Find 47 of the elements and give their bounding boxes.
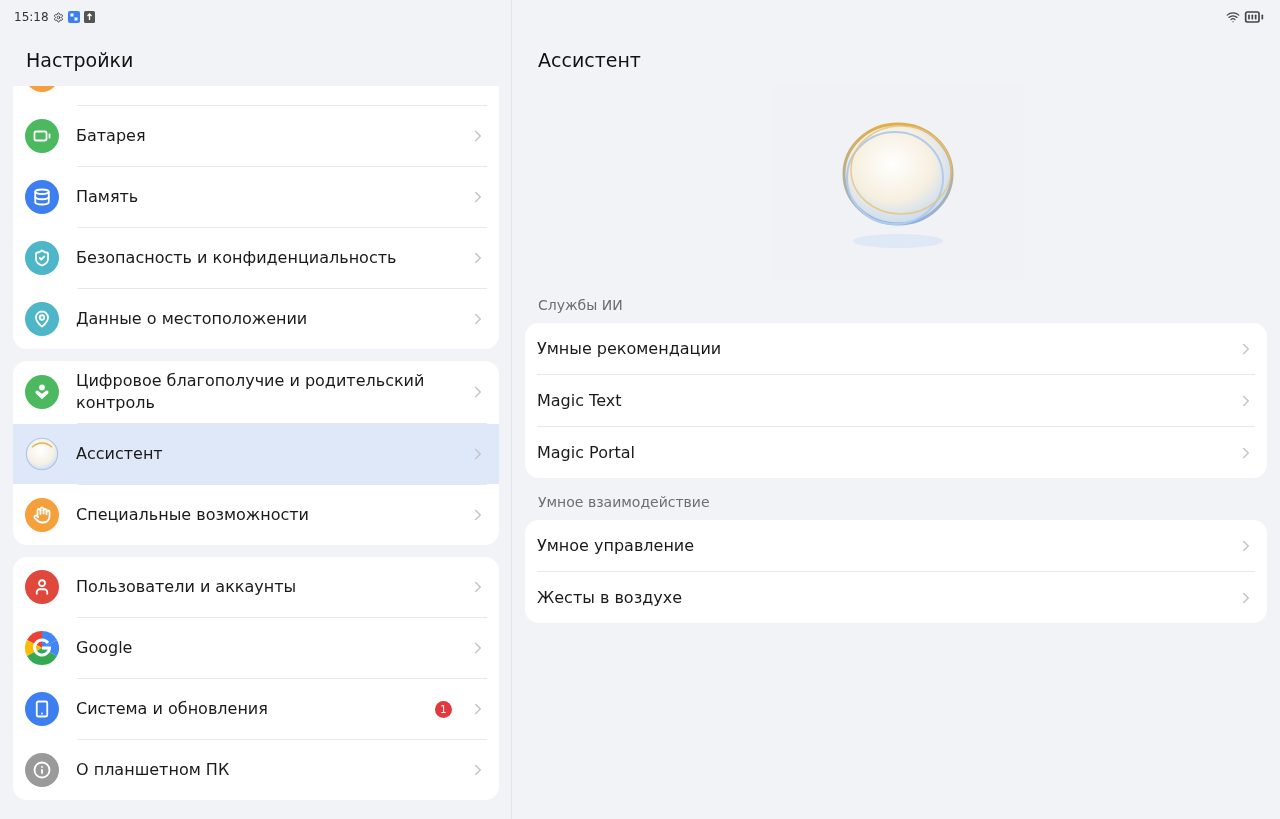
storage-icon — [25, 180, 59, 214]
settings-item[interactable]: Жесты в воздухе — [537, 572, 1255, 623]
settings-item[interactable]: Умное управление — [537, 520, 1255, 571]
settings-item[interactable]: Система и обновления 1 — [13, 679, 499, 739]
settings-item[interactable]: Безопасность и конфиденциальность — [13, 228, 499, 288]
info-icon — [25, 753, 59, 787]
user-icon — [25, 570, 59, 604]
settings-item[interactable]: Magic Text — [537, 375, 1255, 426]
notification-badge: 1 — [435, 700, 452, 718]
settings-icon — [52, 11, 64, 23]
location-icon — [25, 302, 59, 336]
app-icon — [67, 11, 80, 23]
phone-settings-icon — [25, 692, 59, 726]
settings-item[interactable]: О планшетном ПК — [13, 740, 499, 800]
settings-item[interactable]: Google — [13, 618, 499, 678]
settings-item[interactable]: Специальные возможности — [13, 485, 499, 545]
item-label: Пользователи и аккаунты — [76, 576, 298, 598]
wifi-icon — [1226, 10, 1240, 24]
settings-item[interactable]: Magic Portal — [537, 427, 1255, 478]
item-label: Безопасность и конфиденциальность — [76, 247, 398, 269]
item-label: Специальные возможности — [76, 504, 310, 526]
battery-icon — [25, 119, 59, 153]
assistant-icon — [25, 437, 59, 471]
item-label: Батарея — [76, 125, 147, 147]
shield-icon — [25, 241, 59, 275]
settings-item[interactable]: Данные о местоположении — [13, 289, 499, 349]
section-heading: Службы ИИ — [537, 296, 624, 315]
item-label: Ассистент — [76, 443, 164, 465]
settings-item[interactable]: Память — [13, 167, 499, 227]
page-title: Ассистент — [537, 48, 642, 73]
google-icon — [25, 631, 59, 665]
settings-item[interactable]: Пользователи и аккаунты — [13, 557, 499, 617]
settings-item[interactable]: Батарея — [13, 106, 499, 166]
item-label: Память — [76, 186, 140, 208]
section-heading: Умное взаимодействие — [537, 493, 711, 512]
hand-icon — [25, 498, 59, 532]
item-label: Цифровое благополучие и родительский контроль — [76, 370, 426, 414]
upload-icon — [83, 11, 95, 23]
status-time: 15:18 — [14, 10, 49, 24]
item-label: Google — [76, 637, 134, 659]
item-label: Данные о местоположении — [76, 308, 309, 330]
settings-item[interactable]: Умные рекомендации — [537, 323, 1255, 374]
settings-item[interactable]: Ассистент — [13, 424, 499, 484]
item-label: О планшетном ПК — [76, 759, 231, 781]
settings-item[interactable]: Цифровое благополучие и родительский контроль — [13, 361, 499, 423]
wellbeing-icon — [25, 375, 59, 409]
item-label: Система и обновления — [76, 698, 269, 720]
